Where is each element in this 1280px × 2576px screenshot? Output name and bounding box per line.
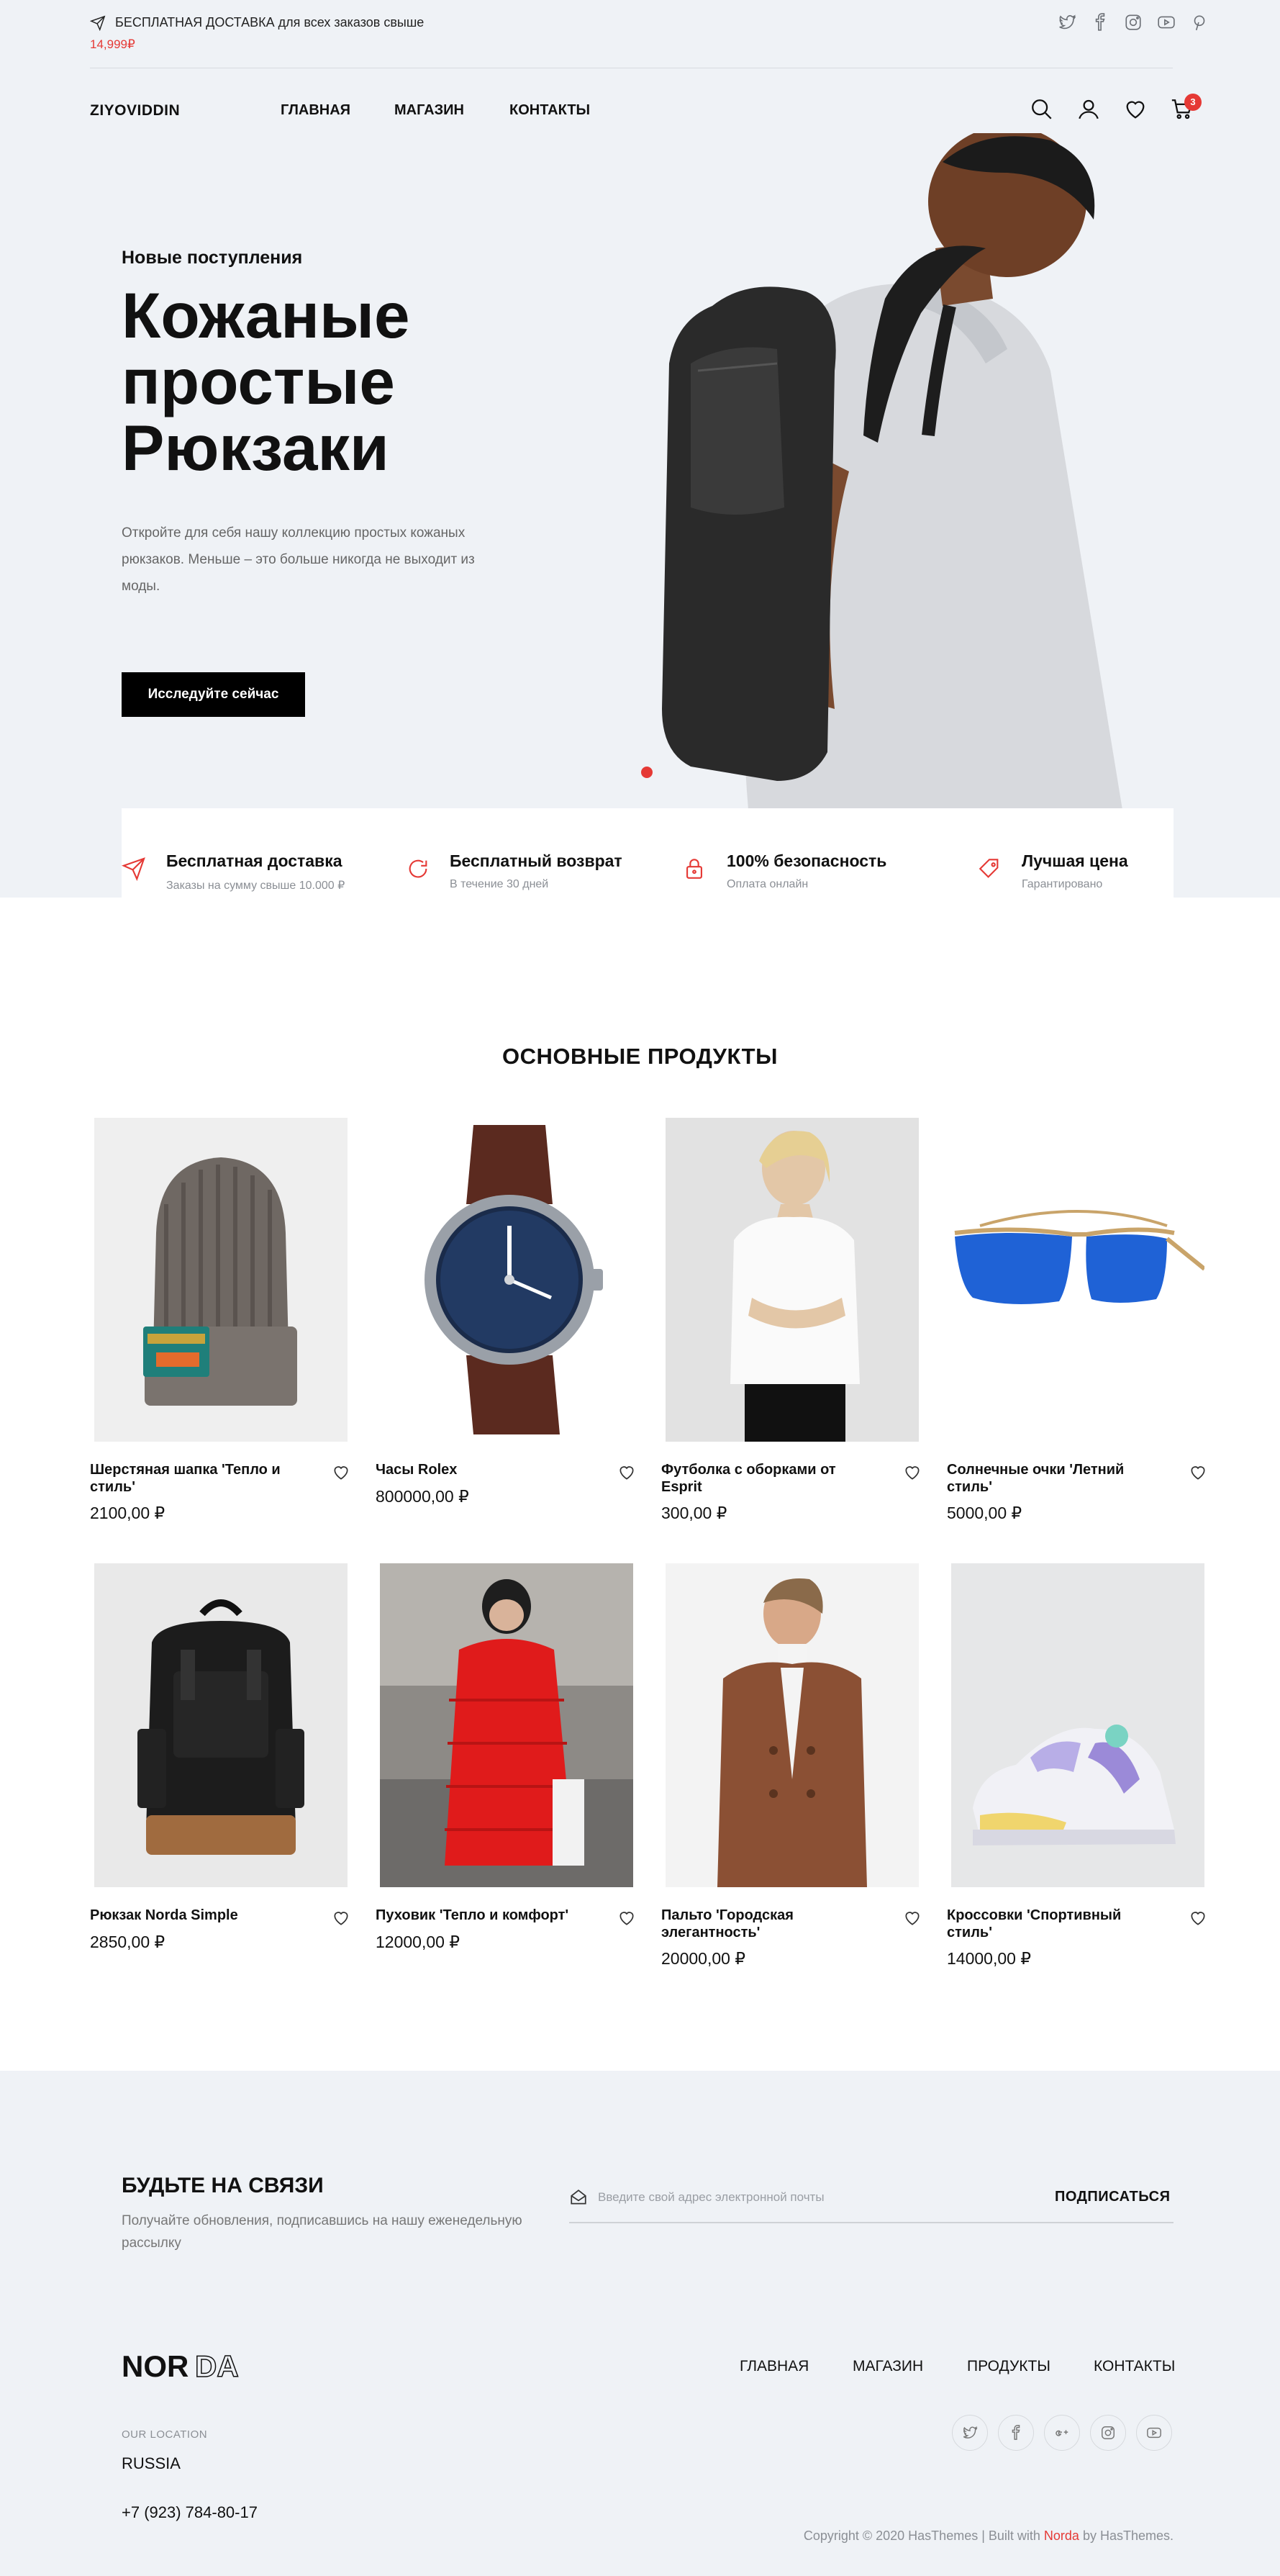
footer-nav-home[interactable]: ГЛАВНАЯ (740, 2358, 809, 2375)
product-price: 5000,00 ₽ (947, 1504, 1022, 1522)
svg-text:NOR: NOR (122, 2349, 189, 2382)
newsletter-description: Получайте обновления, подписавшись на на… (122, 2213, 522, 2251)
hero-title: Кожаные простые Рюкзаки (122, 279, 410, 484)
product-name[interactable]: Футболка с оборками от Esprit (661, 1461, 877, 1496)
footer-nav-contacts[interactable]: КОНТАКТЫ (1094, 2358, 1175, 2375)
products-section-title: ОСНОВНЫЕ ПРОДУКТЫ (502, 1044, 778, 1069)
wishlist-heart-icon[interactable] (1189, 1463, 1207, 1482)
product-price: 800000,00 ₽ (376, 1487, 469, 1506)
product-name[interactable]: Солнечные очки 'Летний стиль' (947, 1461, 1163, 1496)
wishlist-heart-icon[interactable] (617, 1909, 636, 1928)
product-price: 14000,00 ₽ (947, 1949, 1031, 1968)
feature-subtitle: Заказы на сумму свыше 10.000 ₽ (166, 880, 345, 892)
slider-dot-active[interactable] (641, 767, 653, 778)
product-image-sunglasses[interactable] (951, 1118, 1204, 1442)
youtube-icon[interactable] (1136, 2415, 1172, 2451)
product-price: 2850,00 ₽ (90, 1933, 165, 1951)
product-name[interactable]: Кроссовки 'Спортивный стиль' (947, 1907, 1163, 1941)
paper-plane-icon (90, 15, 106, 31)
product-image-sneakers[interactable] (951, 1563, 1204, 1887)
newsletter-input-underline (569, 2222, 1174, 2223)
lock-icon (682, 857, 707, 881)
phone-number[interactable]: +7 (923) 784-80-17 (122, 2503, 258, 2522)
footer-background (0, 2071, 1280, 2576)
feature-title: Бесплатный возврат (450, 851, 622, 870)
product-price: 12000,00 ₽ (376, 1933, 460, 1951)
product-name[interactable]: Пальто 'Городская элегантность' (661, 1907, 877, 1941)
wishlist-heart-icon[interactable] (332, 1463, 350, 1482)
nav-shop[interactable]: МАГАЗИН (394, 102, 464, 119)
paper-plane-icon (122, 857, 146, 881)
product-name[interactable]: Рюкзак Norda Simple (90, 1907, 306, 1924)
footer-nav-shop[interactable]: МАГАЗИН (853, 2358, 923, 2375)
copyright-prefix: Copyright © 2020 HasThemes | Built with (803, 2528, 1044, 2543)
product-image-norda-backpack[interactable] (94, 1563, 348, 1887)
youtube-icon[interactable] (1157, 13, 1176, 32)
footer-logo[interactable]: NOR DA (122, 2349, 251, 2382)
instagram-icon[interactable] (1090, 2415, 1126, 2451)
feature-subtitle: Гарантировано (1022, 878, 1103, 890)
feature-title: Бесплатная доставка (166, 851, 342, 870)
product-image-red-parka[interactable] (380, 1563, 633, 1887)
location-value: RUSSIA (122, 2454, 181, 2472)
cart-count-badge: 3 (1184, 94, 1202, 111)
instagram-icon[interactable] (1124, 13, 1143, 32)
copyright-text: Copyright © 2020 HasThemes | Built with … (766, 2528, 1174, 2544)
subscribe-button[interactable]: ПОДПИСАТЬСЯ (1055, 2189, 1170, 2205)
free-shipping-promo: БЕСПЛАТНАЯ ДОСТАВКА для всех заказов свы… (115, 15, 425, 30)
nav-home[interactable]: ГЛАВНАЯ (281, 102, 350, 119)
twitter-icon[interactable] (952, 2415, 988, 2451)
product-name[interactable]: Пуховик 'Тепло и комфорт' (376, 1907, 591, 1924)
feature-title: Лучшая цена (1022, 851, 1128, 870)
hero-eyebrow: Новые поступления (122, 248, 303, 268)
wishlist-heart-icon[interactable] (903, 1909, 922, 1928)
newsletter-email-input[interactable] (598, 2185, 1001, 2210)
wishlist-heart-icon[interactable] (903, 1463, 922, 1482)
envelope-icon (569, 2188, 588, 2207)
product-image-rolex-watch[interactable] (380, 1118, 633, 1442)
product-name[interactable]: Шерстяная шапка 'Тепло и стиль' (90, 1461, 306, 1496)
product-price: 2100,00 ₽ (90, 1504, 165, 1522)
wishlist-icon[interactable] (1123, 97, 1148, 122)
location-label: OUR LOCATION (122, 2428, 208, 2441)
footer-nav-products[interactable]: ПРОДУКТЫ (967, 2358, 1050, 2375)
hero-model-backpack-image (648, 133, 1180, 810)
user-icon[interactable] (1076, 97, 1101, 122)
free-shipping-threshold: 14,999₽ (90, 37, 135, 51)
newsletter-title: БУДЬТЕ НА СВЯЗИ (122, 2174, 324, 2197)
svg-text:DA: DA (195, 2349, 239, 2382)
facebook-icon[interactable] (998, 2415, 1034, 2451)
copyright-suffix: by HasThemes. (1079, 2528, 1174, 2543)
wishlist-heart-icon[interactable] (332, 1909, 350, 1928)
search-icon[interactable] (1030, 97, 1054, 122)
copyright-brand-link[interactable]: Norda (1044, 2528, 1079, 2543)
product-image-wool-hat[interactable] (94, 1118, 348, 1442)
hero-description: Откройте для себя нашу коллекцию простых… (122, 525, 475, 594)
nav-contacts[interactable]: КОНТАКТЫ (509, 102, 590, 119)
facebook-icon[interactable] (1091, 13, 1109, 32)
site-logo[interactable]: ZIYOVIDDIN (90, 102, 180, 119)
twitter-icon[interactable] (1058, 13, 1076, 32)
feature-title: 100% безопасность (727, 851, 887, 870)
product-price: 300,00 ₽ (661, 1504, 727, 1522)
product-image-esprit-tshirt[interactable] (666, 1118, 919, 1442)
feature-subtitle: В течение 30 дней (450, 878, 549, 890)
wishlist-heart-icon[interactable] (1189, 1909, 1207, 1928)
feature-subtitle: Оплата онлайн (727, 878, 809, 890)
hero-explore-button[interactable]: Исследуйте сейчас (122, 672, 305, 717)
product-name[interactable]: Часы Rolex (376, 1461, 591, 1478)
pinterest-icon[interactable] (1190, 13, 1209, 32)
wishlist-heart-icon[interactable] (617, 1463, 636, 1482)
product-image-brown-coat[interactable] (666, 1563, 919, 1887)
google-plus-icon[interactable] (1044, 2415, 1080, 2451)
tag-icon (977, 857, 1002, 881)
product-price: 20000,00 ₽ (661, 1949, 745, 1968)
refresh-icon (406, 857, 430, 881)
